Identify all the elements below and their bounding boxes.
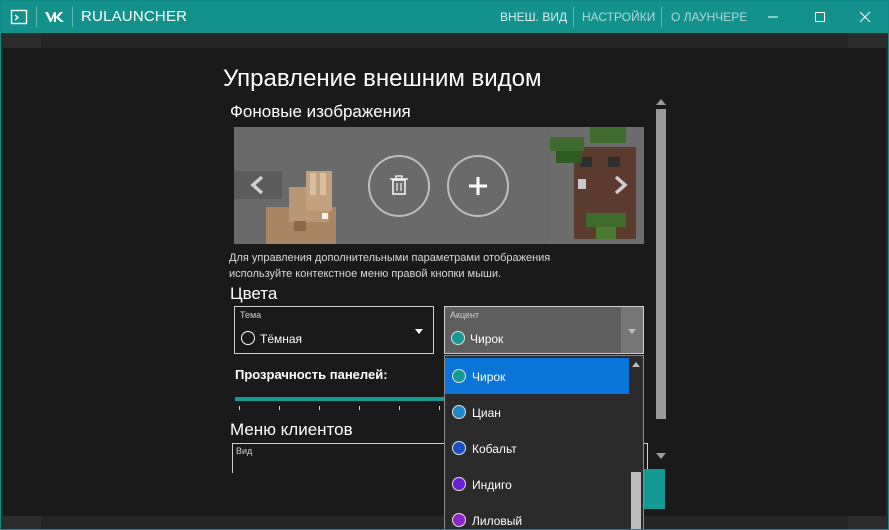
trash-icon	[390, 175, 408, 195]
slider-tick	[279, 406, 280, 410]
dropdown-item-teal[interactable]: Чирок	[445, 358, 629, 394]
chevron-down-icon	[628, 329, 636, 334]
theme-select-label: Тема	[240, 310, 262, 320]
color-swatch	[452, 369, 466, 383]
accent-action-button[interactable]	[643, 469, 665, 509]
carousel-next-button[interactable]	[596, 171, 644, 199]
title-separator	[72, 7, 73, 27]
dropdown-item-label: Индиго	[472, 478, 512, 492]
add-background-button[interactable]	[447, 155, 509, 217]
dropdown-scrollbar[interactable]	[629, 356, 643, 529]
carousel-prev-button[interactable]	[234, 171, 282, 199]
background-help-text: Для управления дополнительными параметра…	[229, 252, 551, 280]
nav-separator	[661, 7, 662, 27]
title-separator	[36, 7, 37, 27]
slider-tick	[239, 406, 240, 410]
accent-color-swatch	[451, 331, 465, 345]
nav-appearance[interactable]: ВНЕШ. ВИД	[500, 10, 567, 24]
app-title: RULAUNCHER	[81, 8, 188, 25]
scroll-up-icon[interactable]	[631, 360, 641, 368]
color-swatch	[452, 477, 466, 491]
launcher-window: RULAUNCHER ВНЕШ. ВИД НАСТРОЙКИ О ЛАУНЧЕР…	[0, 0, 889, 530]
chevron-down-icon	[415, 329, 423, 334]
theme-select[interactable]: Тема Тёмная	[234, 306, 434, 354]
settings-scrollbar[interactable]	[655, 97, 667, 463]
slider-tick	[359, 406, 360, 410]
scrollbar-thumb[interactable]	[656, 109, 666, 419]
accent-select-label: Акцент	[450, 310, 480, 320]
dropdown-item-cobalt[interactable]: Кобальт	[445, 430, 629, 466]
color-swatch	[452, 513, 466, 527]
panel-opacity-label: Прозрачность панелей:	[235, 367, 388, 382]
color-swatch	[452, 405, 466, 419]
nav-about[interactable]: О ЛАУНЧЕРЕ	[671, 10, 747, 24]
accent-select-toggle[interactable]	[621, 307, 643, 353]
accent-select[interactable]: Акцент Чирок	[444, 306, 644, 354]
close-icon[interactable]	[842, 1, 888, 33]
nav-separator	[573, 7, 574, 27]
chevron-left-icon	[250, 175, 264, 195]
clients-view-label: Вид	[236, 446, 253, 456]
theme-select-value: Тёмная	[260, 332, 303, 346]
vk-icon[interactable]	[44, 8, 66, 26]
delete-background-button[interactable]	[368, 155, 430, 217]
slider-tick	[439, 406, 440, 410]
dropdown-item-violet[interactable]: Лиловый	[445, 502, 629, 529]
scroll-down-icon[interactable]	[655, 451, 667, 461]
panel-opacity-slider[interactable]	[235, 397, 445, 401]
dropdown-item-label: Чирок	[472, 370, 506, 384]
title-bar: RULAUNCHER ВНЕШ. ВИД НАСТРОЙКИ О ЛАУНЧЕР…	[1, 1, 888, 33]
slider-tick	[319, 406, 320, 410]
colors-section-title: Цвета	[230, 284, 278, 303]
accent-select-value: Чирок	[470, 332, 504, 346]
dropdown-item-indigo[interactable]: Индиго	[445, 466, 629, 502]
scroll-up-icon[interactable]	[655, 97, 667, 107]
accent-dropdown-list[interactable]: Чирок Циан Кобальт Индиго Лиловый	[444, 355, 644, 529]
nav-settings[interactable]: НАСТРОЙКИ	[582, 10, 655, 24]
dropdown-item-label: Циан	[472, 406, 501, 420]
dropdown-item-label: Кобальт	[472, 442, 517, 456]
clients-menu-title: Меню клиентов	[230, 420, 353, 439]
background-image-carousel[interactable]	[234, 127, 644, 244]
maximize-icon[interactable]	[797, 1, 843, 33]
slider-tick	[399, 406, 400, 410]
chevron-right-icon	[614, 175, 628, 195]
minimize-icon[interactable]	[750, 1, 796, 33]
theme-radio-icon	[241, 331, 255, 345]
dropdown-item-label: Лиловый	[472, 514, 523, 528]
dropdown-scrollbar-thumb[interactable]	[631, 472, 641, 529]
background-preview-image	[234, 127, 644, 244]
terminal-icon[interactable]	[10, 8, 28, 26]
plus-icon	[469, 177, 487, 195]
page-title: Управление внешним видом	[223, 65, 542, 92]
color-swatch	[452, 441, 466, 455]
backgrounds-section-title: Фоновые изображения	[230, 102, 411, 121]
dropdown-item-cyan[interactable]: Циан	[445, 394, 629, 430]
